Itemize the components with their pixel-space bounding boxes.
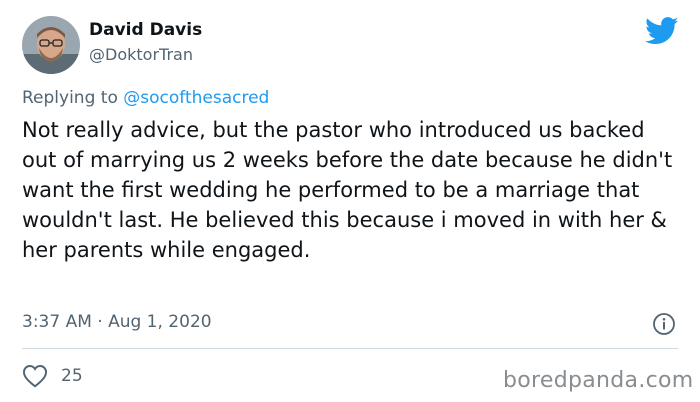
watermark: boredpanda.com	[503, 368, 694, 393]
info-icon[interactable]	[652, 312, 676, 336]
tweet-timestamp[interactable]: 3:37 AM · Aug 1, 2020	[22, 312, 212, 332]
reply-context: Replying to @socofthesacred	[22, 88, 269, 108]
user-avatar-image	[22, 16, 80, 74]
tweet-text: Not really advice, but the pastor who in…	[22, 118, 673, 262]
twitter-bird-icon[interactable]	[645, 17, 679, 45]
author-name[interactable]: David Davis	[89, 20, 202, 40]
avatar[interactable]	[22, 16, 80, 74]
like-count: 25	[61, 366, 83, 386]
heart-icon[interactable]	[22, 364, 48, 388]
reply-mention[interactable]: @socofthesacred	[123, 88, 269, 108]
author-handle[interactable]: @DoktorTran	[89, 45, 193, 64]
divider	[22, 348, 678, 349]
reply-prefix: Replying to	[22, 88, 118, 108]
